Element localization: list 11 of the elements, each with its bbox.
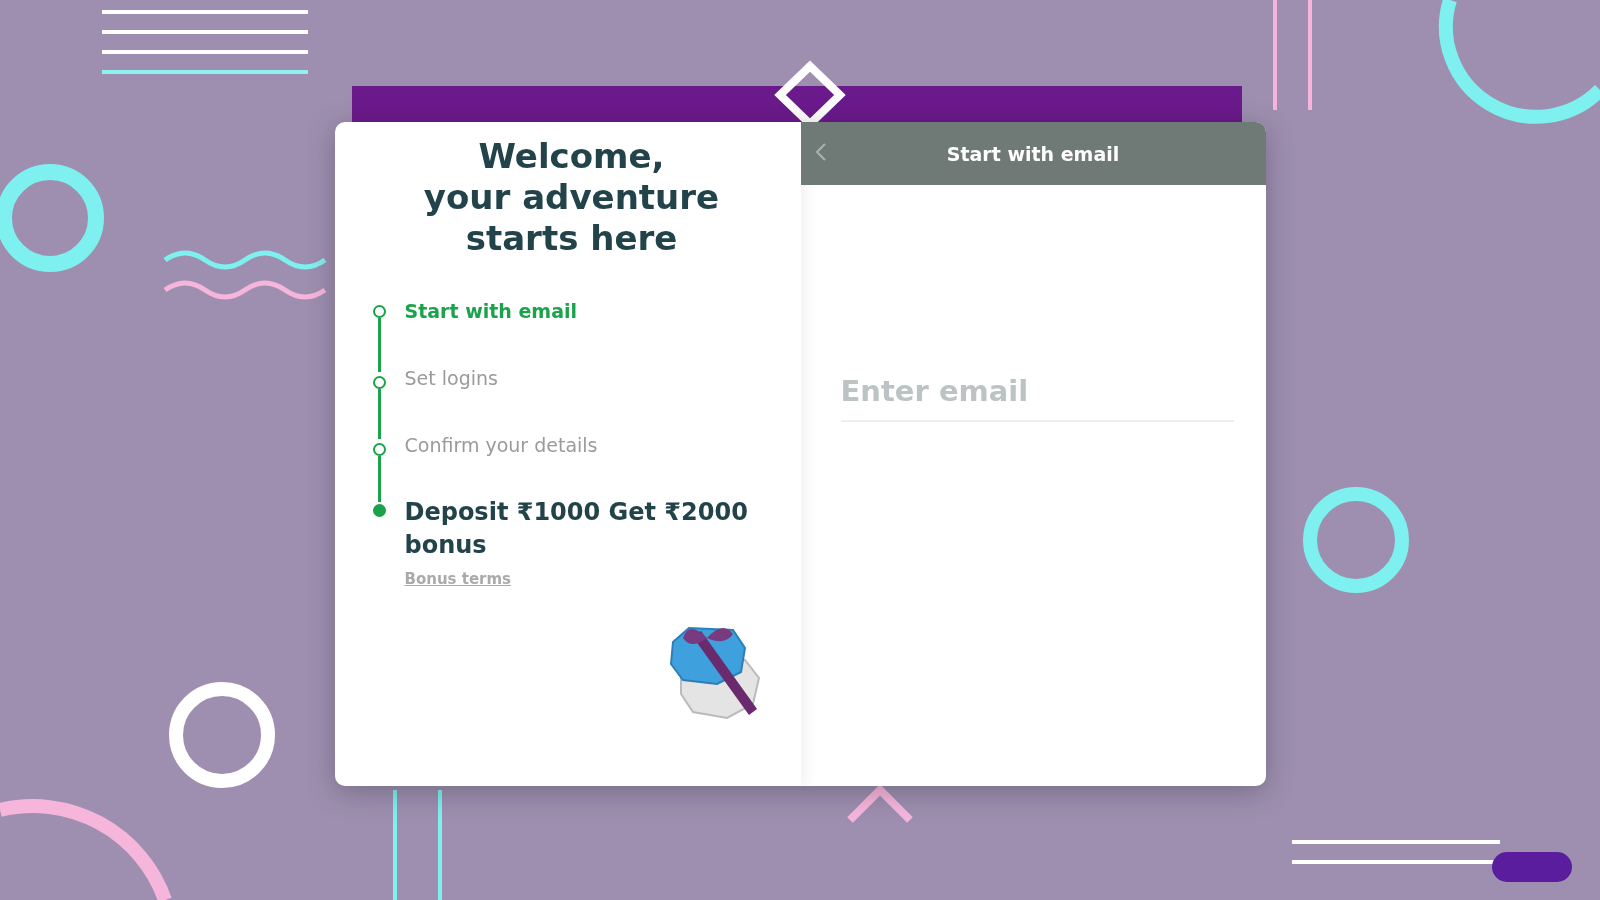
welcome-heading: Welcome, (478, 136, 665, 177)
bonus-terms-link[interactable]: Bonus terms (404, 570, 512, 588)
welcome-heading: your adventure (423, 177, 720, 218)
step-label: Confirm your details (404, 435, 598, 458)
welcome-heading: starts here (465, 218, 678, 259)
panel-title: Start with email (946, 142, 1120, 165)
bonus-offer-text: Deposit ₹1000 Get ₹2000 bonus (404, 497, 749, 561)
step-label: Set logins (404, 368, 498, 391)
step-marker-icon (373, 504, 386, 517)
chevron-drawing (847, 784, 913, 823)
step-label: Start with email (404, 301, 577, 324)
